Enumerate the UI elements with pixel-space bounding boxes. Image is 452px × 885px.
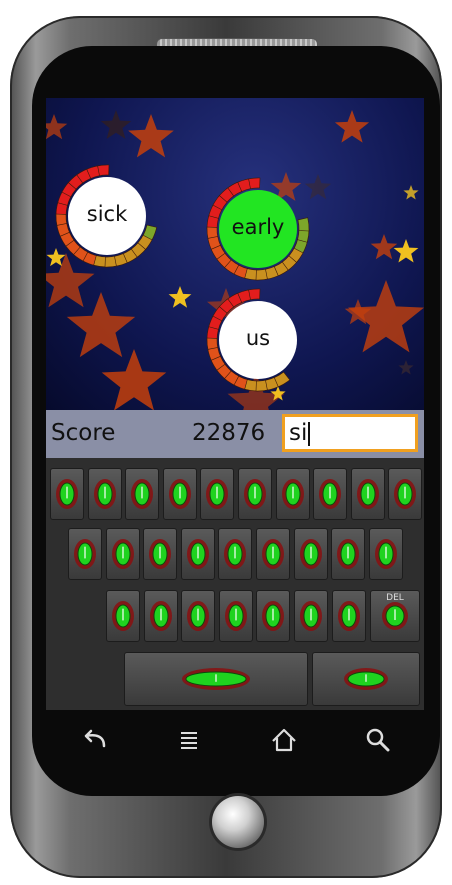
delete-key-label: DEL	[386, 593, 404, 603]
keyboard-key[interactable]	[218, 528, 253, 580]
keyboard-key[interactable]	[256, 590, 291, 642]
keyboard: DEL	[46, 458, 424, 710]
key-blob-icon	[149, 601, 172, 631]
key-blob-icon	[319, 479, 342, 509]
key-blob-icon	[74, 539, 96, 569]
key-blob-icon	[187, 601, 210, 631]
word-bubble: early	[206, 177, 310, 281]
keyboard-key[interactable]	[200, 468, 235, 520]
keyboard-key[interactable]	[313, 468, 348, 520]
trackball[interactable]	[212, 796, 264, 848]
space-key[interactable]	[124, 652, 308, 706]
nav-bar	[46, 712, 424, 768]
word-bubble: sick	[55, 164, 159, 268]
keyboard-key[interactable]	[331, 528, 366, 580]
background-star	[344, 299, 372, 325]
word-text: us	[245, 326, 271, 350]
keyboard-key[interactable]	[256, 528, 290, 580]
key-blob-icon	[344, 668, 388, 690]
keyboard-key[interactable]	[350, 468, 385, 520]
keyboard-key[interactable]	[238, 468, 272, 520]
key-blob-icon	[262, 601, 285, 631]
menu-icon[interactable]	[173, 724, 205, 756]
score-bar: Score 22876 si	[46, 410, 424, 458]
key-blob-icon	[111, 539, 134, 569]
key-blob-icon	[281, 479, 304, 509]
background-star	[168, 286, 192, 308]
key-blob-icon	[374, 539, 397, 569]
key-blob-icon	[56, 479, 78, 509]
key-blob-icon	[206, 479, 229, 509]
key-blob-icon	[149, 539, 172, 569]
game-area: sick early us	[46, 98, 424, 428]
background-star	[101, 349, 167, 411]
key-blob-icon	[244, 479, 266, 509]
background-star	[334, 110, 370, 143]
keyboard-key[interactable]	[143, 528, 178, 580]
keyboard-key[interactable]	[368, 528, 403, 580]
key-blob-icon	[300, 601, 322, 631]
key-blob-icon	[131, 479, 154, 509]
keyboard-key[interactable]	[87, 468, 122, 520]
word-text: sick	[86, 202, 128, 226]
word-text: early	[231, 215, 285, 239]
screen: sick early us Score 22876 si DEL	[46, 98, 424, 710]
keyboard-key[interactable]	[106, 590, 140, 642]
key-blob-icon	[224, 601, 247, 631]
keyboard-key[interactable]	[68, 528, 102, 580]
key-blob-icon	[262, 539, 284, 569]
key-blob-icon	[394, 479, 417, 509]
key-blob-icon	[168, 479, 191, 509]
keyboard-key[interactable]	[125, 468, 160, 520]
keyboard-key[interactable]	[162, 468, 197, 520]
background-star	[100, 110, 132, 139]
background-star	[128, 114, 174, 158]
enter-key[interactable]	[312, 652, 420, 706]
key-blob-icon	[337, 601, 360, 631]
key-blob-icon	[224, 539, 247, 569]
key-blob-icon	[182, 668, 250, 690]
keyboard-key[interactable]	[181, 590, 216, 642]
keyboard-key[interactable]	[180, 528, 215, 580]
keyboard-key[interactable]	[293, 528, 328, 580]
keyboard-key[interactable]	[105, 528, 140, 580]
key-blob-icon	[356, 479, 379, 509]
typing-input[interactable]: si	[282, 414, 418, 452]
home-icon[interactable]	[268, 724, 300, 756]
key-blob-icon	[337, 539, 360, 569]
score-value: 22876	[192, 420, 266, 446]
keyboard-key[interactable]	[294, 590, 328, 642]
keyboard-key[interactable]	[143, 590, 178, 642]
text-caret	[308, 421, 311, 446]
background-star	[403, 185, 419, 200]
back-icon[interactable]	[78, 724, 110, 756]
key-blob-icon	[112, 601, 134, 631]
word-bubble: us	[206, 288, 310, 392]
keyboard-key[interactable]	[275, 468, 310, 520]
score-label: Score	[51, 420, 116, 446]
delete-key[interactable]: DEL	[370, 590, 420, 642]
typed-text: si	[289, 420, 308, 446]
key-blob-icon	[382, 602, 408, 630]
keyboard-key[interactable]	[50, 468, 84, 520]
background-star	[393, 239, 419, 263]
key-blob-icon	[93, 479, 116, 509]
keyboard-key[interactable]	[218, 590, 253, 642]
search-icon[interactable]	[362, 724, 394, 756]
background-star	[398, 360, 414, 375]
keyboard-key[interactable]	[331, 590, 366, 642]
background-star	[46, 114, 68, 140]
key-blob-icon	[186, 539, 209, 569]
key-blob-icon	[299, 539, 322, 569]
keyboard-key[interactable]	[388, 468, 423, 520]
